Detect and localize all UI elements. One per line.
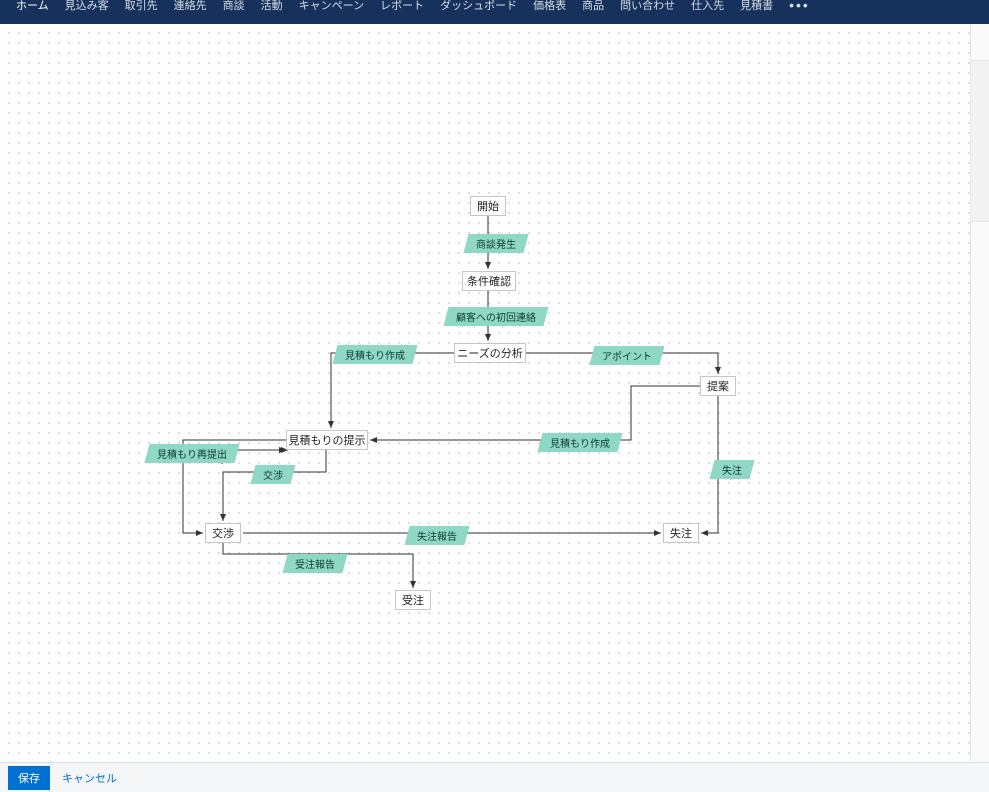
nav-item-8[interactable]: ダッシュボード xyxy=(432,0,525,12)
nav-item-5[interactable]: 活動 xyxy=(253,0,291,12)
diagram-edges xyxy=(0,24,971,762)
node-propose[interactable]: 提案 xyxy=(700,376,736,396)
nav-item-11[interactable]: 問い合わせ xyxy=(612,0,683,12)
node-start[interactable]: 開始 xyxy=(470,196,506,216)
cancel-button[interactable]: キャンセル xyxy=(62,770,117,786)
nav-item-6[interactable]: キャンペーン xyxy=(291,0,372,12)
nav-item-2[interactable]: 取引先 xyxy=(117,0,166,12)
nav-item-9[interactable]: 価格表 xyxy=(525,0,574,12)
nav-item-7[interactable]: レポート xyxy=(372,0,432,12)
edge-label-e1[interactable]: 商談発生 xyxy=(463,234,528,253)
nav-item-13[interactable]: 見積書 xyxy=(732,0,781,12)
edge-label-e8[interactable]: 失注 xyxy=(709,460,754,479)
node-quote[interactable]: 見積もりの提示 xyxy=(286,430,368,450)
node-nego[interactable]: 交渉 xyxy=(205,523,241,543)
right-sidebar-panel xyxy=(971,60,989,222)
edge-label-e2[interactable]: 顧客への初回連絡 xyxy=(443,307,548,326)
nav-more-icon[interactable]: ••• xyxy=(781,0,818,10)
edge-label-e7[interactable]: 交渉 xyxy=(250,465,295,484)
nav-item-1[interactable]: 見込み客 xyxy=(57,0,117,12)
nav-item-4[interactable]: 商談 xyxy=(215,0,253,12)
right-sidebar-strip xyxy=(970,24,989,762)
nav-item-0[interactable]: ホーム xyxy=(8,0,57,12)
canvas-container: 開始条件確認ニーズの分析提案見積もりの提示交渉失注受注 商談発生顧客への初回連絡… xyxy=(0,24,989,762)
nav-item-12[interactable]: 仕入先 xyxy=(683,0,732,12)
edge-label-e5[interactable]: 見積もり作成 xyxy=(537,433,622,452)
node-needs[interactable]: ニーズの分析 xyxy=(454,343,526,363)
footer-bar: 保存 キャンセル xyxy=(0,762,989,792)
edge-label-e4[interactable]: アポイント xyxy=(589,346,664,365)
node-lost[interactable]: 失注 xyxy=(663,523,699,543)
edge-label-e9[interactable]: 失注報告 xyxy=(404,526,469,545)
diagram-canvas[interactable]: 開始条件確認ニーズの分析提案見積もりの提示交渉失注受注 商談発生顧客への初回連絡… xyxy=(0,24,971,762)
edge-label-e6[interactable]: 見積もり再提出 xyxy=(144,444,239,463)
edge-label-e10[interactable]: 受注報告 xyxy=(282,554,347,573)
save-button[interactable]: 保存 xyxy=(8,766,50,790)
node-cond[interactable]: 条件確認 xyxy=(462,271,516,291)
nav-item-10[interactable]: 商品 xyxy=(574,0,612,12)
node-won[interactable]: 受注 xyxy=(395,590,431,610)
edge-label-e3[interactable]: 見積もり作成 xyxy=(332,345,417,364)
top-nav: ホーム見込み客取引先連絡先商談活動キャンペーンレポートダッシュボード価格表商品問… xyxy=(0,0,989,24)
nav-item-3[interactable]: 連絡先 xyxy=(166,0,215,12)
